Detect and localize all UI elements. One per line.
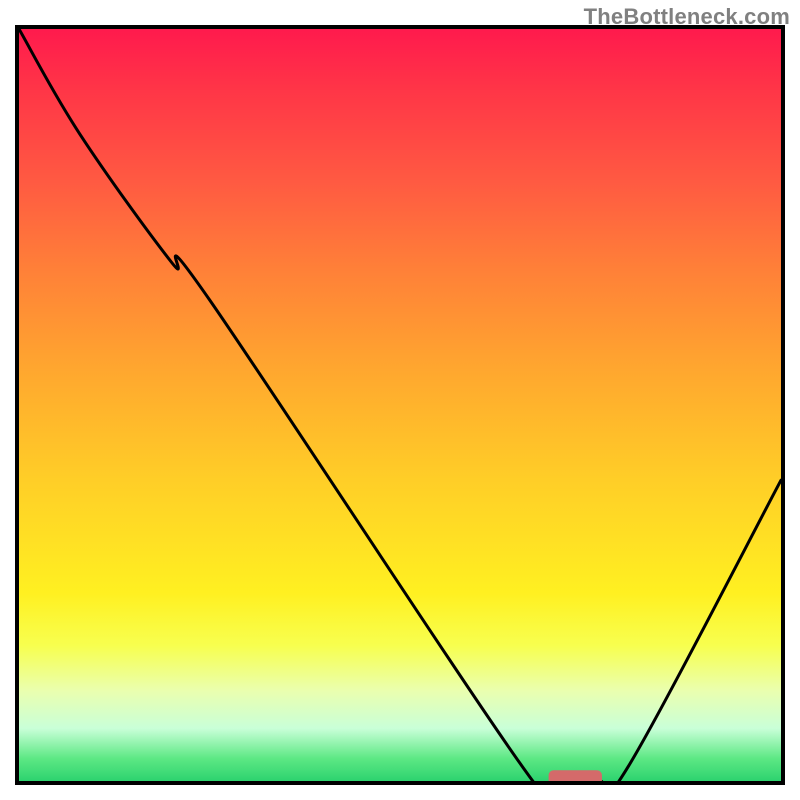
chart-frame: TheBottleneck.com	[0, 0, 800, 800]
bottleneck-curve	[19, 29, 781, 781]
watermark-text: TheBottleneck.com	[584, 4, 790, 30]
optimal-marker	[549, 770, 602, 781]
chart-svg	[19, 29, 781, 781]
chart-panel	[15, 25, 785, 785]
